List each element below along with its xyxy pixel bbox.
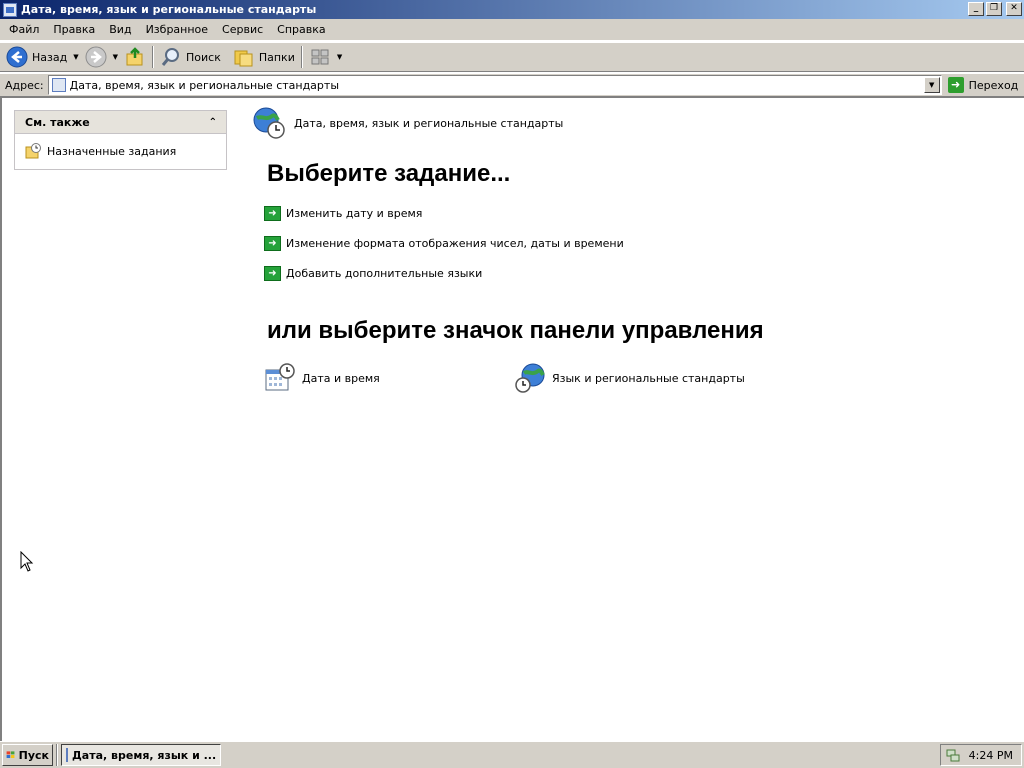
- category-header: Дата, время, язык и региональные стандар…: [252, 106, 563, 140]
- address-value: Дата, время, язык и региональные стандар…: [69, 78, 340, 92]
- folders-label: Папки: [258, 50, 295, 64]
- task-arrow-icon: ➜: [264, 206, 281, 221]
- go-arrow-icon: ➜: [947, 77, 964, 93]
- views-button[interactable]: ▼: [306, 44, 345, 70]
- see-also-header[interactable]: См. также ⌃: [15, 111, 226, 134]
- category-title: Дата, время, язык и региональные стандар…: [294, 116, 564, 130]
- cpl-label: Язык и региональные стандарты: [552, 371, 745, 385]
- task-change-date-time[interactable]: ➜ Изменить дату и время: [264, 206, 422, 221]
- standard-toolbar: Назад ▼ ▼ Поиск Папки ▼: [0, 42, 1024, 72]
- back-button[interactable]: Назад ▼: [3, 44, 82, 70]
- globe-clock-icon: [253, 107, 285, 139]
- cpl-date-time[interactable]: Дата и время: [264, 362, 380, 394]
- window-title: Дата, время, язык и региональные стандар…: [21, 3, 317, 16]
- task-arrow-icon: ➜: [264, 266, 281, 281]
- globe-clock-icon: [515, 363, 545, 393]
- forward-dropdown-icon[interactable]: ▼: [113, 53, 118, 61]
- forward-button[interactable]: ▼: [82, 44, 121, 70]
- cpl-regional-options[interactable]: Язык и региональные стандарты: [514, 362, 745, 394]
- minimize-button[interactable]: _: [968, 2, 984, 16]
- address-input[interactable]: Дата, время, язык и региональные стандар…: [47, 75, 942, 95]
- toolbar-separator: [300, 46, 303, 68]
- explorer-window: Дата, время, язык и региональные стандар…: [0, 0, 1024, 741]
- sidebar-item-scheduled-tasks[interactable]: Назначенные задания: [15, 134, 226, 168]
- pick-icon-heading: или выберите значок панели управления: [267, 317, 764, 344]
- address-label: Адрес:: [5, 78, 44, 92]
- task-add-languages[interactable]: ➜ Добавить дополнительные языки: [264, 266, 482, 281]
- task-label: Изменить дату и время: [286, 207, 423, 220]
- start-button[interactable]: Пуск: [2, 744, 53, 766]
- scheduled-tasks-icon: [25, 143, 41, 159]
- calendar-clock-icon: [265, 363, 295, 391]
- menu-view[interactable]: Вид: [102, 21, 138, 39]
- go-label: Переход: [968, 78, 1019, 92]
- cpl-label: Дата и время: [302, 371, 380, 385]
- search-label: Поиск: [186, 50, 221, 64]
- menu-help[interactable]: Справка: [270, 21, 332, 39]
- taskbar: Пуск Дата, время, язык и ... 4:24 PM: [0, 741, 1024, 768]
- views-dropdown-icon[interactable]: ▼: [337, 53, 342, 61]
- up-folder-button[interactable]: [121, 44, 149, 70]
- start-label: Пуск: [18, 748, 49, 762]
- tray-clock[interactable]: 4:24 PM: [969, 749, 1013, 762]
- folders-button[interactable]: Папки: [230, 44, 298, 70]
- folders-icon: [234, 50, 253, 67]
- control-panel-icon: [51, 78, 66, 92]
- taskbar-window-label: Дата, время, язык и ...: [72, 748, 217, 762]
- views-icon: [311, 49, 329, 65]
- pick-task-heading: Выберите задание...: [267, 160, 511, 187]
- control-panel-window-icon: [66, 748, 68, 762]
- taskbar-separator: [56, 744, 58, 766]
- close-button[interactable]: ✕: [1006, 2, 1022, 16]
- taskbar-window-button[interactable]: Дата, время, язык и ...: [61, 744, 221, 766]
- address-dropdown-button[interactable]: ▼: [923, 77, 940, 93]
- collapse-chevron-icon[interactable]: ⌃: [209, 117, 217, 128]
- back-arrow-icon: [6, 46, 28, 68]
- task-label: Добавить дополнительные языки: [286, 267, 483, 280]
- menu-tools[interactable]: Сервис: [215, 21, 270, 39]
- maximize-button[interactable]: ❐: [986, 2, 1002, 16]
- task-change-number-format[interactable]: ➜ Изменение формата отображения чисел, д…: [264, 236, 624, 251]
- sidebar-item-label: Назначенные задания: [47, 144, 177, 158]
- search-button[interactable]: Поиск: [157, 44, 224, 70]
- see-also-title: См. также: [25, 115, 90, 129]
- menu-edit[interactable]: Правка: [46, 21, 102, 39]
- back-label: Назад: [32, 50, 68, 64]
- forward-arrow-icon: [85, 46, 107, 68]
- task-label: Изменение формата отображения чисел, дат…: [286, 237, 624, 250]
- mouse-cursor-icon: [20, 551, 34, 572]
- toolbar-separator: [152, 46, 154, 68]
- folder-up-icon: [126, 47, 143, 66]
- menu-favorites[interactable]: Избранное: [139, 21, 215, 39]
- back-dropdown-icon[interactable]: ▼: [73, 53, 78, 61]
- windows-logo-icon: [6, 751, 15, 759]
- window-controls: _ ❐ ✕: [968, 2, 1022, 16]
- task-arrow-icon: ➜: [264, 236, 281, 251]
- see-also-panel: См. также ⌃ Назначенные задания: [14, 110, 227, 170]
- menu-bar: Файл Правка Вид Избранное Сервис Справка: [0, 19, 1024, 41]
- address-bar: Адрес: Дата, время, язык и региональные …: [0, 73, 1024, 97]
- go-button[interactable]: ➜ Переход: [947, 77, 1019, 93]
- menu-file[interactable]: Файл: [2, 21, 46, 39]
- search-icon: [161, 48, 179, 66]
- content-area: См. также ⌃ Назначенные задания Дата, вр…: [0, 97, 1024, 741]
- network-tray-icon[interactable]: [945, 747, 961, 763]
- title-bar[interactable]: Дата, время, язык и региональные стандар…: [0, 0, 1024, 19]
- control-panel-window-icon[interactable]: [3, 2, 17, 17]
- system-tray: 4:24 PM: [940, 744, 1022, 766]
